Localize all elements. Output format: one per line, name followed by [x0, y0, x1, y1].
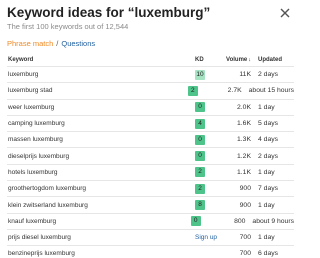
table-row[interactable]: groothertogdom luxemburg 2 900 7 days — [7, 180, 294, 196]
keyword-cell[interactable]: hotels luxemburg — [7, 169, 195, 176]
updated-cell: 4 days — [258, 136, 279, 144]
volume-cell: 2.7K — [227, 87, 242, 95]
keyword-cell[interactable]: weer luxemburg — [7, 104, 195, 111]
keyword-cell[interactable]: klein zwitserland luxemburg — [7, 202, 195, 209]
close-icon[interactable] — [278, 6, 292, 20]
kd-cell: Sign up — [195, 234, 219, 241]
keyword-cell[interactable]: knauf luxemburg — [7, 218, 191, 225]
kd-badge: 0 — [195, 134, 205, 145]
keyword-ideas-dialog: Keyword ideas for “luxemburg” The first … — [0, 0, 300, 258]
table-body: luxemburg 10 11K 2 days luxemburg stad 2 2.7K a… — [7, 66, 294, 258]
volume-cell: 900 — [239, 185, 251, 193]
table-header: Keyword KD Volume↓ Updated — [7, 54, 294, 66]
table-row[interactable]: luxemburg stad 2 2.7K about 15 hours — [7, 82, 294, 98]
dialog-subtitle: The first 100 keywords out of 12,544 — [7, 22, 129, 31]
updated-cell: 2 days — [258, 152, 279, 160]
kd-cell: 0 — [195, 151, 219, 162]
updated-cell: 1 day — [258, 234, 275, 242]
tab-separator: / — [56, 39, 59, 48]
kd-cell: 0 — [190, 216, 214, 227]
header-kd[interactable]: KD — [195, 57, 219, 63]
signup-link[interactable]: Sign up — [195, 234, 217, 241]
keyword-cell[interactable]: massen luxemburg — [7, 136, 195, 143]
kd-cell: 2 — [187, 85, 211, 96]
updated-cell: 5 days — [258, 120, 279, 128]
table-row[interactable]: prijs diesel luxemburg Sign up 700 1 day — [7, 228, 294, 245]
kd-badge: 4 — [195, 118, 205, 129]
keyword-cell[interactable]: luxemburg — [7, 71, 195, 78]
updated-cell: 1 day — [258, 201, 275, 209]
updated-cell: about 9 hours — [252, 217, 294, 225]
table-row[interactable]: klein zwitserland luxemburg 8 900 1 day — [7, 196, 294, 212]
table-row[interactable]: camping luxemburg 4 1.6K 5 days — [7, 114, 294, 131]
kd-badge: 10 — [195, 69, 205, 80]
header-updated[interactable]: Updated — [253, 57, 294, 63]
volume-cell: 2.0K — [237, 103, 251, 111]
tab-questions[interactable]: Questions — [61, 39, 95, 48]
volume-cell: 700 — [239, 250, 251, 258]
kd-cell: 4 — [195, 118, 219, 129]
kd-cell: 8 — [195, 200, 219, 211]
updated-cell: 2 days — [258, 71, 279, 79]
kd-cell: 10 — [195, 69, 219, 80]
kd-badge: 0 — [195, 151, 205, 162]
keyword-cell[interactable]: luxemburg stad — [7, 87, 188, 94]
volume-cell: 1.1K — [237, 168, 251, 176]
header-volume-label: Volume — [226, 57, 248, 63]
keyword-cell[interactable]: benzineprijs luxemburg — [7, 250, 195, 257]
kd-cell: 0 — [195, 102, 219, 113]
volume-cell: 1.2K — [237, 152, 251, 160]
kd-cell: 0 — [195, 134, 219, 145]
volume-cell: 800 — [234, 217, 246, 225]
kd-badge: 0 — [195, 102, 205, 113]
keyword-cell[interactable]: groothertogdom luxemburg — [7, 185, 195, 192]
table-row[interactable]: knauf luxemburg 0 800 about 9 hours — [7, 212, 294, 229]
updated-cell: 6 days — [258, 250, 279, 258]
table-row[interactable]: hotels luxemburg 2 1.1K 1 day — [7, 163, 294, 180]
keyword-cell[interactable]: camping luxemburg — [7, 120, 195, 127]
kd-cell: 2 — [195, 183, 219, 194]
updated-cell: about 15 hours — [248, 87, 294, 95]
match-tabs: Phrase match / Questions — [7, 39, 95, 48]
kd-badge: 2 — [187, 85, 198, 96]
kd-badge: 2 — [195, 183, 205, 194]
keywords-table: Keyword KD Volume↓ Updated luxemburg 10 11… — [7, 54, 294, 258]
updated-cell: 1 day — [258, 103, 275, 111]
volume-cell: 1.6K — [237, 120, 251, 128]
table-row[interactable]: massen luxemburg 0 1.3K 4 days — [7, 131, 294, 147]
keyword-cell[interactable]: prijs diesel luxemburg — [7, 234, 195, 241]
kd-badge: 8 — [195, 200, 205, 211]
table-row[interactable]: weer luxemburg 0 2.0K 1 day — [7, 98, 294, 115]
kd-badge: 0 — [190, 216, 201, 227]
volume-cell: 1.3K — [237, 136, 251, 144]
updated-cell: 7 days — [258, 185, 279, 193]
tab-phrase-match[interactable]: Phrase match — [7, 39, 53, 48]
table-row[interactable]: luxemburg 10 11K 2 days — [7, 66, 294, 82]
table-row[interactable]: benzineprijs luxemburg 700 6 days — [7, 245, 294, 258]
keyword-cell[interactable]: dieselprijs luxemburg — [7, 153, 195, 160]
volume-cell: 700 — [239, 234, 251, 242]
kd-cell: 2 — [195, 167, 219, 178]
volume-cell: 11K — [239, 71, 251, 79]
volume-cell: 900 — [239, 201, 251, 209]
updated-cell: 1 day — [258, 168, 275, 176]
header-keyword: Keyword — [8, 57, 34, 63]
sort-down-icon: ↓ — [248, 57, 251, 63]
dialog-title: Keyword ideas for “luxemburg” — [7, 5, 211, 20]
kd-badge: 2 — [195, 167, 205, 178]
header-volume[interactable]: Volume↓ — [219, 57, 253, 63]
table-row[interactable]: dieselprijs luxemburg 0 1.2K 2 days — [7, 147, 294, 163]
